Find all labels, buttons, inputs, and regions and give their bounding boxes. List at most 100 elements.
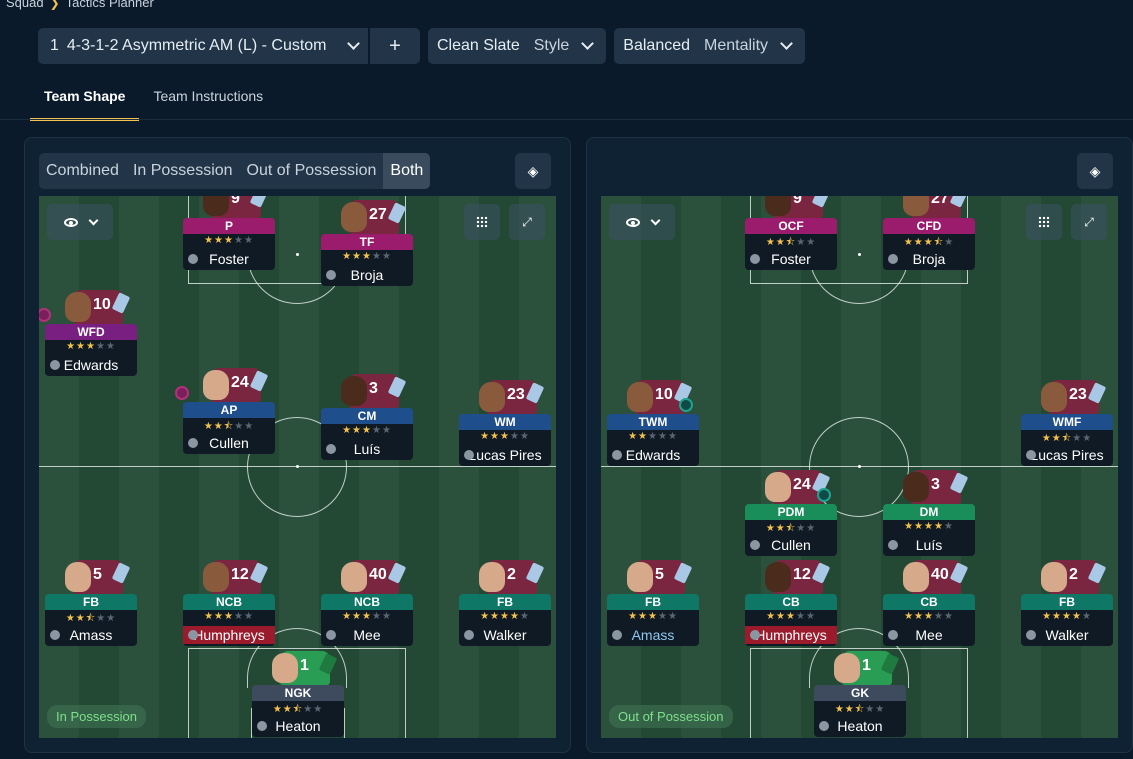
person-icon — [612, 630, 622, 640]
role-label: WM — [459, 414, 551, 430]
person-icon — [464, 630, 474, 640]
player-card[interactable]: 5 FB ★★★★★ Amass — [607, 560, 699, 648]
formation-dropdown[interactable]: 1 4-3-1-2 Asymmetric AM (L) - Custom — [38, 28, 368, 64]
shirt-number: 1 — [300, 657, 309, 674]
grid-toggle-button[interactable] — [1026, 204, 1062, 240]
player-card[interactable]: 27 CFD ★★★⯪★ Broja — [883, 196, 975, 272]
role-label: NGK — [252, 685, 344, 701]
centre-spot — [858, 465, 861, 468]
person-icon — [750, 254, 760, 264]
segment-combined[interactable]: Combined — [39, 153, 126, 189]
player-photo — [627, 382, 653, 412]
shirt-number: 40 — [369, 566, 387, 583]
tab-team-instructions[interactable]: Team Instructions — [139, 80, 277, 121]
role-label: NCB — [183, 594, 275, 610]
player-info: ★★★★★ Amass — [607, 610, 699, 646]
player-card[interactable]: 12 NCB ★★★★★ Humphreys — [183, 560, 275, 648]
player-info: ★★⯪★★ Cullen — [745, 520, 837, 556]
role-label: CFD — [883, 218, 975, 234]
star-rating: ★★★★★ — [342, 425, 392, 436]
breadcrumb-current: Tactics Planner — [65, 0, 154, 10]
star-rating: ★★★★★ — [628, 611, 678, 622]
expand-button[interactable]: ⤢ — [1071, 204, 1107, 240]
visibility-dropdown[interactable] — [609, 204, 675, 240]
player-card[interactable]: 1 NGK ★★⯪★★ Heaton — [252, 651, 344, 738]
grid-toggle-button[interactable] — [464, 204, 500, 240]
person-icon — [888, 254, 898, 264]
style-dropdown[interactable]: Clean Slate Style — [428, 28, 607, 64]
pitch-view-button[interactable]: ◈ — [1077, 153, 1113, 189]
star-rating: ★★★★★ — [904, 611, 954, 622]
player-photo — [765, 562, 791, 592]
role-label: P — [183, 218, 275, 234]
player-info: ★★★⯪★ Broja — [883, 234, 975, 270]
person-icon — [326, 270, 336, 280]
player-photo — [203, 196, 229, 216]
divider — [0, 119, 1133, 120]
player-card[interactable]: 2 FB ★★★★★ Walker — [459, 560, 551, 648]
player-photo — [203, 562, 229, 592]
breadcrumb-parent[interactable]: Squad — [6, 0, 44, 10]
pitch-view-button[interactable]: ◈ — [515, 153, 551, 189]
player-photo — [903, 562, 929, 592]
pitch: ⤢ In Possession 9 P ★★★★★ Foster 27 TF ★★★★★ Br… — [39, 196, 556, 738]
player-card[interactable]: 9 P ★★★★★ Foster — [183, 196, 275, 272]
star-rating: ★★★★★ — [204, 235, 254, 246]
person-icon — [50, 360, 60, 370]
add-tactic-button[interactable]: + — [370, 28, 420, 64]
tab-team-shape[interactable]: Team Shape — [30, 80, 140, 121]
role-label: PDM — [745, 504, 837, 520]
player-card[interactable]: 40 CB ★★★★★ Mee — [883, 560, 975, 648]
segment-out-of-possession[interactable]: Out of Possession — [240, 153, 384, 189]
segment-in-possession[interactable]: In Possession — [126, 153, 240, 189]
shirt-number: 3 — [931, 476, 940, 493]
player-card[interactable]: 40 NCB ★★★★★ Mee — [321, 560, 413, 648]
shirt-number: 27 — [931, 196, 949, 207]
player-card[interactable]: 10 TWM ★★★★★ Edwards — [607, 380, 699, 468]
player-info: ★★★★★ Edwards — [45, 340, 137, 376]
player-card[interactable]: 2 FB ★★★★★ Walker — [1021, 560, 1113, 648]
shirt-number: 5 — [93, 566, 102, 583]
player-photo — [903, 472, 929, 502]
player-card[interactable]: 1 GK ★★⯪★★ Heaton — [814, 651, 906, 738]
player-card[interactable]: 23 WM ★★★★★ Lucas Pires — [459, 380, 551, 468]
tab-bar: Team Shape Team Instructions — [30, 80, 277, 121]
expand-button[interactable]: ⤢ — [509, 204, 545, 240]
segment-both[interactable]: Both — [383, 153, 431, 189]
player-info: ★★⯪★★ Amass — [45, 610, 137, 646]
player-card[interactable]: 24 AP ★★⯪★★ Cullen — [175, 368, 275, 456]
shirt-number: 9 — [793, 196, 802, 207]
shirt-number: 5 — [655, 566, 664, 583]
mentality-dropdown[interactable]: Balanced Mentality — [614, 28, 806, 64]
player-info: ★★★★★ Luís — [883, 520, 975, 556]
shirt-number: 9 — [231, 196, 240, 207]
player-info: ★★★★★ Walker — [1021, 610, 1113, 646]
player-card[interactable]: 3 CM ★★★★★ Luís — [321, 374, 413, 462]
person-icon — [464, 450, 474, 460]
person-icon — [257, 721, 267, 731]
player-card[interactable]: 3 DM ★★★★★ Luís — [883, 470, 975, 558]
player-card[interactable]: 24 PDM ★★⯪★★ Cullen — [745, 470, 837, 558]
player-card[interactable]: 9 OCF ★★⯪★★ Foster — [745, 196, 837, 272]
person-icon — [750, 630, 760, 640]
player-photo — [765, 196, 791, 216]
person-icon — [819, 721, 829, 731]
player-card[interactable]: 27 TF ★★★★★ Broja — [321, 200, 413, 288]
player-info: ★★⯪★★ Foster — [745, 234, 837, 270]
player-card[interactable]: 5 FB ★★⯪★★ Amass — [45, 560, 137, 648]
player-photo — [341, 202, 367, 232]
shirt-number: 10 — [655, 386, 673, 403]
breadcrumb: Squad ❯ Tactics Planner — [6, 0, 154, 10]
shirt-number: 12 — [231, 566, 249, 583]
role-tag-icon — [175, 386, 189, 400]
formation-label: 4-3-1-2 Asymmetric AM (L) - Custom — [66, 37, 327, 54]
visibility-dropdown[interactable] — [47, 204, 113, 240]
star-rating: ★★★★★ — [342, 611, 392, 622]
role-label: TF — [321, 234, 413, 250]
role-tag-icon — [679, 398, 693, 412]
player-card[interactable]: 23 WMF ★★⯪★★ Lucas Pires — [1021, 380, 1113, 468]
player-card[interactable]: 12 CB ★★★★★ Humphreys — [745, 560, 837, 648]
person-icon — [188, 254, 198, 264]
player-card[interactable]: 10 WFD ★★★★★ Edwards — [39, 290, 137, 378]
person-icon — [326, 444, 336, 454]
